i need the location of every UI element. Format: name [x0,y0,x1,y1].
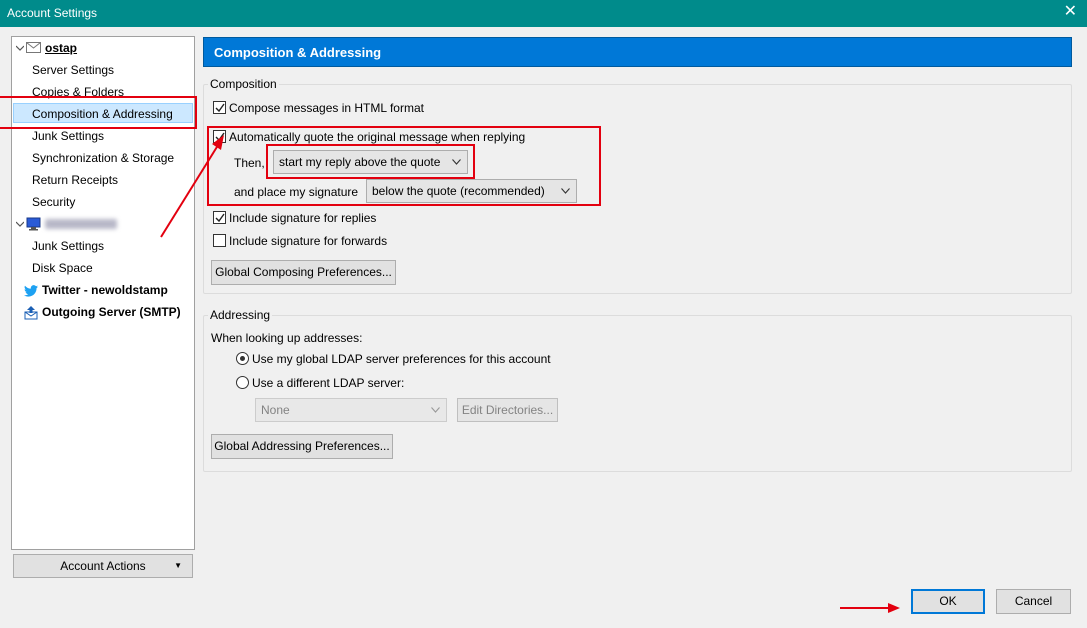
use-different-ldap-label[interactable]: Use a different LDAP server: [252,375,404,391]
html-format-label[interactable]: Compose messages in HTML format [229,100,424,116]
tree-twitter-label: Twitter - newoldstamp [42,283,168,297]
global-addressing-preferences-button[interactable]: Global Addressing Preferences... [211,434,393,459]
tree-outgoing-label: Outgoing Server (SMTP) [42,305,181,319]
composition-group-title: Composition [208,77,279,91]
tree-item-return-receipts[interactable]: Return Receipts [32,170,118,190]
lookup-label: When looking up addresses: [211,331,363,345]
ldap-server-select[interactable]: None [255,398,447,422]
tree-account-label: ostap [45,41,78,55]
tree-account-twitter[interactable]: Twitter - newoldstamp [24,280,168,300]
tree-item-junk-settings[interactable]: Junk Settings [32,126,104,146]
addressing-group-title: Addressing [208,308,273,322]
envelope-icon [26,42,41,53]
annotation-arrow-icon [160,135,224,238]
cancel-button[interactable]: Cancel [996,589,1071,614]
account-actions-button[interactable]: Account Actions ▼ [13,554,193,578]
annotation-arrow-ok-icon [840,603,900,613]
twitter-bird-icon [24,284,38,297]
checkmark-icon [215,103,225,113]
tree-account-ostap[interactable]: ostap [14,38,192,58]
use-different-ldap-radio[interactable] [236,376,249,389]
annotation-box-reply-select [266,144,475,179]
tree-item-server-settings[interactable]: Server Settings [32,60,114,80]
computer-icon [26,217,41,231]
title-bar: Account Settings ✕ [0,0,1087,27]
radio-selected-dot [240,356,245,361]
use-global-ldap-label[interactable]: Use my global LDAP server preferences fo… [252,351,551,367]
use-global-ldap-radio[interactable] [236,352,249,365]
outgoing-server-icon [24,305,38,320]
tree-item-disk-space[interactable]: Disk Space [32,258,93,278]
dropdown-arrow-icon: ▼ [174,561,182,570]
ldap-server-value: None [261,403,290,417]
tree-item-local-junk-settings[interactable]: Junk Settings [32,236,104,256]
close-icon[interactable]: ✕ [1064,3,1077,21]
html-format-checkbox[interactable] [213,101,226,114]
ok-button[interactable]: OK [911,589,985,614]
tree-item-security[interactable]: Security [32,192,75,212]
global-composing-preferences-button[interactable]: Global Composing Preferences... [211,260,396,285]
edit-directories-button[interactable]: Edit Directories... [457,398,558,422]
chevron-down-icon[interactable] [16,44,24,52]
window-title: Account Settings [7,6,98,20]
sig-forwards-label[interactable]: Include signature for forwards [229,233,387,249]
annotation-box-tree-selection [0,96,197,129]
page-title: Composition & Addressing [203,37,1072,67]
chevron-down-icon [431,407,440,413]
local-folders-label-blurred [45,219,117,229]
chevron-down-icon[interactable] [16,220,24,228]
account-actions-label: Account Actions [60,559,146,573]
sig-replies-label[interactable]: Include signature for replies [229,210,376,226]
tree-outgoing-server[interactable]: Outgoing Server (SMTP) [24,302,181,322]
